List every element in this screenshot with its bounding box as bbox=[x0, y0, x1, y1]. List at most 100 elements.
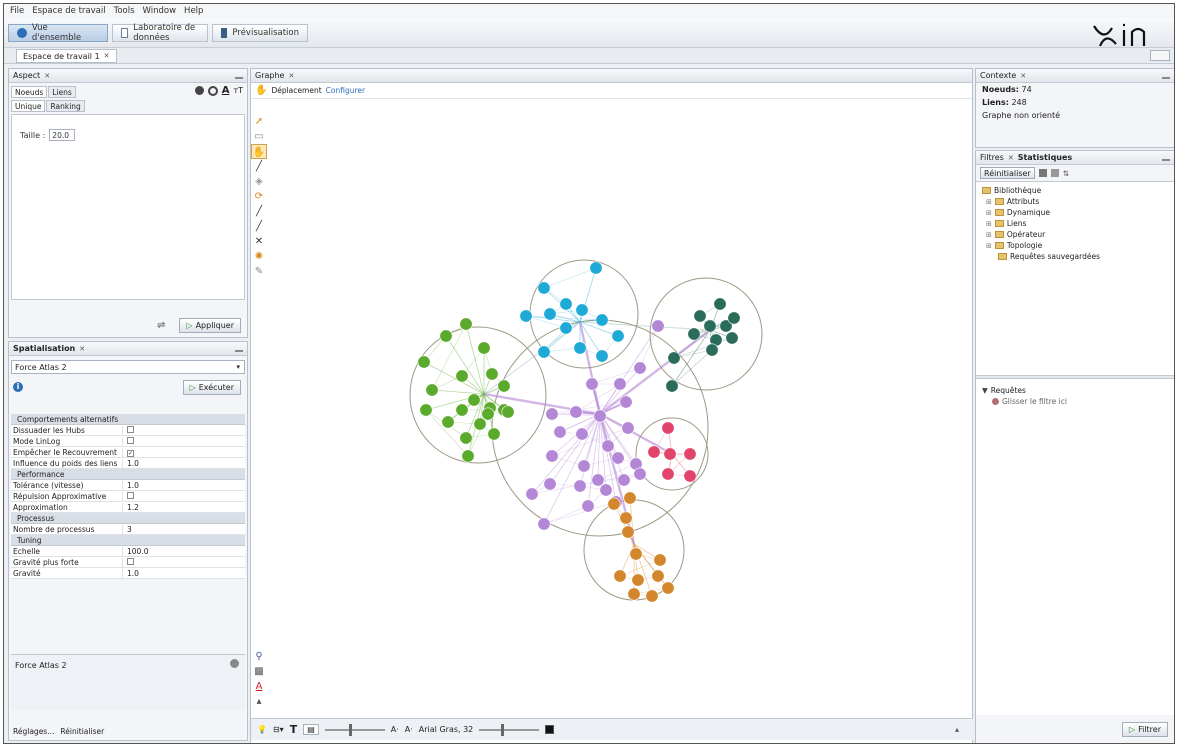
property-category[interactable]: Performance bbox=[11, 469, 245, 480]
tab-statistics[interactable]: Statistiques bbox=[1018, 153, 1073, 162]
graph-node[interactable] bbox=[585, 377, 599, 391]
property-row[interactable]: Influence du poids des liens 1.0 bbox=[11, 458, 245, 469]
menu-workspace[interactable]: Espace de travail bbox=[32, 6, 105, 16]
expand-icon[interactable]: ⊞ bbox=[986, 242, 992, 250]
graph-node[interactable] bbox=[725, 331, 739, 345]
graph-node[interactable] bbox=[611, 329, 625, 343]
property-category[interactable]: Comportements alternatifs bbox=[11, 414, 245, 425]
workspace-tab[interactable]: Espace de travail 1 ✕ bbox=[16, 49, 117, 63]
property-value[interactable]: ✓ bbox=[123, 448, 134, 457]
graph-node[interactable] bbox=[569, 405, 583, 419]
graph-node[interactable] bbox=[621, 525, 635, 539]
graph-node[interactable] bbox=[629, 547, 643, 561]
graph-node[interactable] bbox=[581, 499, 595, 513]
save-icon[interactable] bbox=[1038, 169, 1047, 177]
menu-tools[interactable]: Tools bbox=[114, 6, 135, 16]
expand-icon[interactable]: ⊞ bbox=[986, 198, 992, 206]
graph-node[interactable] bbox=[661, 467, 675, 481]
size-spinner[interactable]: 20.0 bbox=[49, 129, 76, 141]
brush-icon[interactable]: ╱ bbox=[251, 204, 267, 219]
graph-node[interactable] bbox=[599, 483, 613, 497]
graph-node[interactable] bbox=[487, 427, 501, 441]
node-pencil-icon[interactable]: ✎ bbox=[251, 264, 267, 279]
graph-node[interactable] bbox=[621, 421, 635, 435]
property-row[interactable]: Nombre de processus 3 bbox=[11, 524, 245, 535]
checkbox[interactable] bbox=[127, 557, 134, 565]
graph-node[interactable] bbox=[559, 321, 573, 335]
label-mode-icon[interactable]: ▤ bbox=[303, 724, 319, 735]
drag-tool-icon[interactable]: ✋ bbox=[251, 144, 267, 159]
graph-node[interactable] bbox=[525, 487, 539, 501]
graph-canvas[interactable] bbox=[268, 102, 972, 718]
checkbox[interactable] bbox=[127, 491, 134, 499]
graph-node[interactable] bbox=[417, 355, 431, 369]
graph-node[interactable] bbox=[627, 587, 641, 601]
minimize-icon[interactable] bbox=[1162, 72, 1170, 79]
zoom-icon[interactable]: ⚲ bbox=[251, 649, 267, 664]
graph-node[interactable] bbox=[545, 449, 559, 463]
label-color-icon[interactable]: A bbox=[222, 85, 230, 96]
help-icon[interactable] bbox=[230, 659, 239, 668]
property-row[interactable]: Empêcher le Recouvrement ✓ bbox=[11, 447, 245, 458]
property-value[interactable]: 1.0 bbox=[123, 459, 139, 468]
tab-edges[interactable]: Liens bbox=[48, 86, 76, 98]
tree-library[interactable]: Bibliothèque bbox=[982, 185, 1174, 196]
graph-node[interactable] bbox=[459, 317, 473, 331]
property-value[interactable]: 100.0 bbox=[123, 547, 148, 556]
label-color-swatch[interactable] bbox=[545, 725, 555, 734]
expand-bar-icon[interactable]: ▴ bbox=[955, 725, 959, 734]
run-layout-button[interactable]: ▷ Exécuter bbox=[182, 380, 241, 395]
property-value[interactable]: 1.0 bbox=[123, 569, 139, 578]
graph-node[interactable] bbox=[665, 379, 679, 393]
presets-link[interactable]: Réglages... bbox=[13, 727, 54, 736]
graph-node[interactable] bbox=[573, 479, 587, 493]
edges-toggle-icon[interactable]: ⊟▾ bbox=[273, 725, 284, 734]
graph-node[interactable] bbox=[545, 407, 559, 421]
graph-node[interactable] bbox=[455, 403, 469, 417]
graph-node[interactable] bbox=[617, 473, 631, 487]
expand-icon[interactable]: ⊞ bbox=[986, 209, 992, 217]
graph-node[interactable] bbox=[633, 361, 647, 375]
sort-icon[interactable]: ⇅ bbox=[1063, 169, 1069, 178]
tab-preview[interactable]: Prévisualisation bbox=[212, 24, 308, 42]
graph-node[interactable] bbox=[601, 439, 615, 453]
graph-node[interactable] bbox=[607, 497, 621, 511]
property-row[interactable]: Répulsion Approximative bbox=[11, 491, 245, 502]
graph-node[interactable] bbox=[623, 491, 637, 505]
label-color-icon[interactable]: A bbox=[251, 679, 267, 694]
graph-node[interactable] bbox=[661, 421, 675, 435]
list-icon[interactable] bbox=[1050, 169, 1059, 177]
tab-ranking[interactable]: Ranking bbox=[46, 100, 85, 112]
layout-algorithm-select[interactable]: Force Atlas 2 ▾ bbox=[11, 360, 245, 374]
graph-node[interactable] bbox=[455, 369, 469, 383]
graph-node[interactable] bbox=[667, 351, 681, 365]
property-value[interactable] bbox=[123, 436, 134, 446]
property-category[interactable]: Processus bbox=[11, 513, 245, 524]
graph-node[interactable] bbox=[575, 427, 589, 441]
label-size-icon[interactable]: тT bbox=[233, 86, 243, 95]
minimize-icon[interactable] bbox=[235, 72, 243, 79]
bulb-icon[interactable]: 💡 bbox=[257, 725, 267, 734]
graph-node[interactable] bbox=[473, 417, 487, 431]
graph-node[interactable] bbox=[553, 425, 567, 439]
label-size-slider[interactable] bbox=[479, 723, 540, 736]
property-row[interactable]: Gravité 1.0 bbox=[11, 568, 245, 579]
tree-item-topology[interactable]: ⊞ Topologie bbox=[982, 240, 1174, 251]
close-icon[interactable]: ✕ bbox=[44, 72, 50, 80]
close-icon[interactable]: ✕ bbox=[1020, 72, 1026, 80]
tab-filters[interactable]: Filtres bbox=[980, 153, 1004, 162]
expand-icon[interactable]: ⊞ bbox=[986, 220, 992, 228]
menu-help[interactable]: Help bbox=[184, 6, 203, 16]
close-icon[interactable]: ✕ bbox=[79, 345, 85, 353]
graph-node[interactable] bbox=[645, 589, 659, 603]
graph-node[interactable] bbox=[441, 415, 455, 429]
checkbox-checked[interactable]: ✓ bbox=[127, 449, 134, 457]
color-icon[interactable] bbox=[194, 86, 204, 95]
graph-node[interactable] bbox=[687, 327, 701, 341]
property-value[interactable] bbox=[123, 491, 134, 501]
graph-node[interactable] bbox=[595, 349, 609, 363]
graph-node[interactable] bbox=[481, 407, 495, 421]
graph-node[interactable] bbox=[425, 383, 439, 397]
graph-node[interactable] bbox=[663, 447, 677, 461]
graph-node[interactable] bbox=[683, 447, 697, 461]
